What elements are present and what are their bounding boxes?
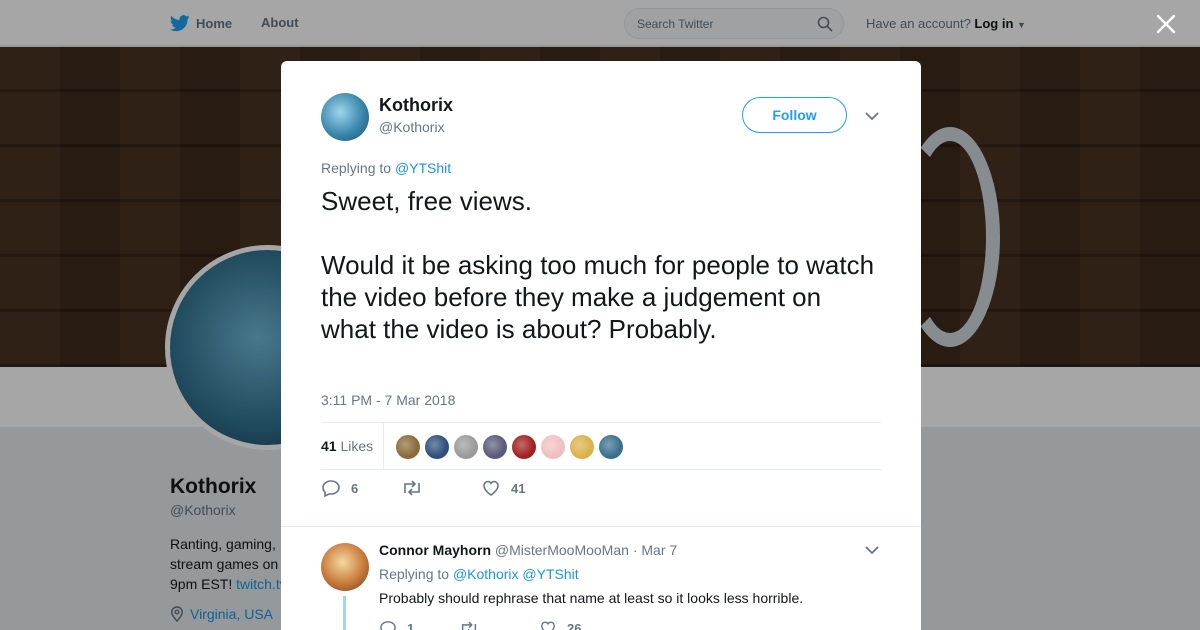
likes-stat[interactable]: 41 Likes — [321, 438, 373, 454]
close-icon[interactable] — [1155, 13, 1177, 35]
replying-to-link[interactable]: @YTShit — [522, 566, 578, 582]
reply-author-handle[interactable]: @MisterMooMooMan — [495, 542, 629, 558]
liker-avatar[interactable] — [570, 435, 594, 459]
liker-avatar[interactable] — [483, 435, 507, 459]
thread-line — [343, 596, 346, 630]
reply-replying-to: Replying to @Kothorix @YTShit — [379, 566, 579, 582]
tweet-timestamp[interactable]: 3:11 PM - 7 Mar 2018 — [321, 392, 455, 408]
liker-avatar[interactable] — [599, 435, 623, 459]
tweet-paragraph: Would it be asking too much for people t… — [321, 250, 875, 344]
liker-avatar[interactable] — [454, 435, 478, 459]
tweet-paragraph: Sweet, free views. — [321, 186, 532, 216]
liker-avatar[interactable] — [425, 435, 449, 459]
replying-to-link[interactable]: @YTShit — [395, 160, 451, 176]
like-action[interactable]: 41 — [481, 479, 525, 497]
retweet-icon — [461, 621, 477, 630]
liker-avatar[interactable] — [396, 435, 420, 459]
tweet-stats: 41 Likes — [321, 422, 881, 470]
liker-avatar[interactable] — [512, 435, 536, 459]
divider — [281, 526, 921, 527]
replying-to-link[interactable]: @Kothorix — [453, 566, 519, 582]
reply-actions: 1 26 — [379, 620, 581, 630]
tweet-modal: Kothorix @Kothorix Follow Replying to @Y… — [281, 61, 921, 630]
replying-to: Replying to @YTShit — [321, 160, 451, 176]
like-action[interactable]: 26 — [539, 620, 581, 630]
reply-count: 1 — [407, 620, 415, 630]
reply-text: Probably should rephrase that name at le… — [379, 590, 804, 606]
chevron-down-icon[interactable] — [863, 541, 881, 559]
reply-action[interactable]: 1 — [379, 620, 459, 630]
reply-date[interactable]: · Mar 7 — [633, 542, 677, 558]
tweet-text: Sweet, free views. Would it be asking to… — [321, 185, 881, 345]
reply-icon — [322, 480, 340, 497]
author-handle[interactable]: @Kothorix — [379, 119, 445, 135]
heart-icon — [541, 621, 555, 630]
likes-label: Likes — [340, 438, 374, 454]
chevron-down-icon[interactable] — [863, 107, 881, 125]
reply-author-avatar[interactable] — [321, 543, 369, 591]
liker-avatar[interactable] — [541, 435, 565, 459]
author-name[interactable]: Kothorix — [379, 95, 453, 116]
heart-icon — [483, 480, 499, 496]
retweet-action[interactable] — [401, 480, 481, 496]
replying-prefix: Replying to — [321, 160, 392, 176]
liker-avatars — [396, 435, 623, 459]
reply-header: Connor Mayhorn @MisterMooMooMan · Mar 7 — [379, 542, 677, 558]
reply-author-name[interactable]: Connor Mayhorn — [379, 542, 491, 558]
reply-icon — [380, 621, 396, 630]
tweet-actions: 6 41 — [321, 479, 525, 497]
retweet-action[interactable] — [459, 621, 539, 630]
author-avatar[interactable] — [321, 93, 369, 141]
follow-button[interactable]: Follow — [742, 97, 847, 133]
reply-count: 6 — [351, 480, 359, 496]
stat-divider — [383, 423, 384, 470]
replying-prefix: Replying to — [379, 566, 450, 582]
like-count: 26 — [567, 620, 582, 630]
retweet-icon — [404, 480, 420, 496]
likes-count: 41 — [321, 438, 337, 454]
like-count: 41 — [511, 480, 526, 496]
reply-action[interactable]: 6 — [321, 479, 401, 497]
